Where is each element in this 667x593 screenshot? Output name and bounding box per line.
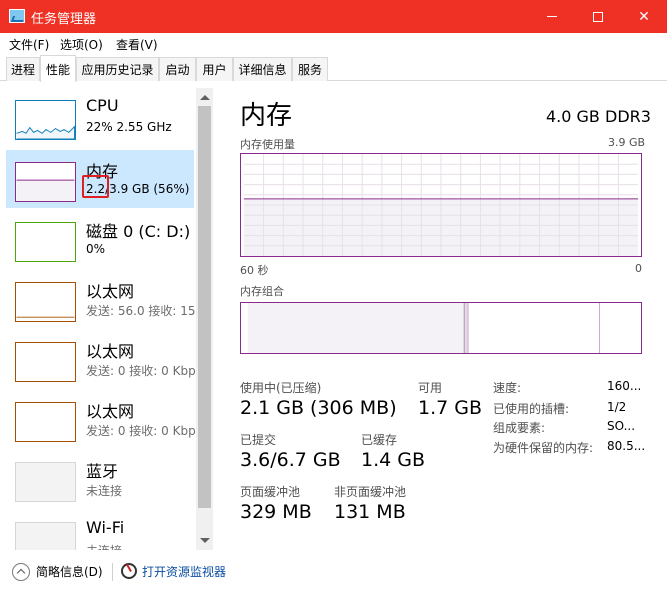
nonpaged-pool-value: 131 MB [334,501,406,523]
detail-key: 组成要素: [493,421,546,435]
detail-value: 1/2 [607,400,627,414]
detail-key: 已使用的插槽: [493,402,570,416]
nonpaged-pool-label: 非页面缓冲池 [334,485,407,499]
detail-key: 速度: [493,381,522,395]
paged-pool-label: 页面缓冲池 [240,485,301,499]
sidebar-item-name: 磁盘 0 (C: D:) [86,222,191,241]
cpu-thumbnail [15,100,76,140]
composition-label: 内存组合 [240,285,284,298]
cached-label: 已缓存 [361,433,398,447]
sidebar-item-name: 以太网 [86,402,135,421]
sidebar-scrollbar[interactable] [196,88,213,550]
divider [112,563,113,581]
tab-performance[interactable]: 性能 [40,55,76,82]
tab-services[interactable]: 服务 [292,57,328,81]
sidebar-item-bluetooth[interactable]: 蓝牙 未连接 [6,450,194,508]
cached-value: 1.4 GB [361,449,426,471]
highlight-annotation [82,175,109,198]
close-button[interactable]: ✕ [621,0,667,33]
sidebar-item-sub: 未连接 [86,484,123,498]
sidebar-item-sub: 发送: 0 接收: 0 Kbps [86,364,202,378]
sidebar-item-sub: 发送: 0 接收: 0 Kbps [86,424,202,438]
minimize-icon [547,16,557,17]
scroll-thumb[interactable] [198,106,211,508]
in-use-value: 2.1 GB (306 MB) [240,397,397,419]
menu-bar: 文件(F) 选项(O) 查看(V) [0,33,667,53]
sidebar-item-sub: 未连接 [86,542,122,550]
window-title: 任务管理器 [31,12,97,27]
tab-startup[interactable]: 启动 [159,57,196,81]
ethernet-thumbnail [15,282,76,322]
bottom-bar: 简略信息(D) 打开资源监视器 [0,553,667,593]
sidebar-item-wifi[interactable]: Wi-Fi 未连接 [6,510,194,550]
graph-time-right: 0 [635,262,642,275]
paged-pool-value: 329 MB [240,501,312,523]
bluetooth-thumbnail [15,462,76,502]
tab-app-history[interactable]: 应用历史记录 [76,57,159,81]
sidebar-item-name: 以太网 [86,342,135,361]
detail-value: SO... [607,419,636,433]
page-title: 内存 [240,101,293,131]
menu-options[interactable]: 选项(O) [60,36,103,53]
scroll-down-icon[interactable] [200,538,210,543]
usage-graph-label: 内存使用量 [240,138,295,151]
sidebar-item-cpu[interactable]: CPU 22% 2.55 GHz [6,88,194,146]
tab-processes[interactable]: 进程 [6,57,40,81]
memory-composition-graph [240,302,642,354]
sidebar-item-name: Wi-Fi [86,518,125,537]
usage-graph-max: 3.9 GB [608,136,646,149]
sidebar-item-sub: 发送: 56.0 接收: 152 [86,304,204,318]
available-value: 1.7 GB [418,397,483,419]
menu-file[interactable]: 文件(F) [9,36,49,53]
collapse-icon[interactable] [12,563,30,581]
brief-info-link[interactable]: 简略信息(D) [36,563,103,580]
tab-details[interactable]: 详细信息 [233,57,292,81]
sidebar-item-ethernet-2[interactable]: 以太网 发送: 0 接收: 0 Kbps [6,330,202,388]
resource-monitor-icon[interactable] [121,563,137,579]
sidebar-item-sub: 22% 2.55 GHz [86,120,172,134]
modified-segment [464,303,469,353]
wifi-thumbnail [15,522,76,550]
sidebar-item-name: 蓝牙 [86,462,119,481]
ethernet-thumbnail [15,342,76,382]
in-use-label: 使用中(已压缩) [240,381,322,395]
memory-spec: 4.0 GB DDR3 [546,107,651,126]
sidebar-item-disk[interactable]: 磁盘 0 (C: D:) 0% [6,210,194,268]
open-resource-monitor-link[interactable]: 打开资源监视器 [142,563,226,580]
scroll-up-icon[interactable] [200,95,210,100]
maximize-icon [593,11,603,22]
minimize-button[interactable] [529,0,575,33]
in-use-segment [247,303,465,353]
disk-thumbnail [15,222,76,262]
ethernet-thumbnail [15,402,76,442]
memory-usage-graph [240,153,642,257]
sidebar-item-ethernet-3[interactable]: 以太网 发送: 0 接收: 0 Kbps [6,390,202,448]
menu-view[interactable]: 查看(V) [116,36,158,53]
available-label: 可用 [418,381,443,395]
sidebar-item-ethernet-1[interactable]: 以太网 发送: 56.0 接收: 152 [6,270,203,328]
sidebar-item-sub: 0% [86,242,106,256]
detail-value: 80.5... [607,439,646,453]
detail-value: 160... [607,379,642,393]
detail-key: 为硬件保留的内存: [493,441,594,455]
memory-thumbnail [15,162,76,202]
title-bar: 任务管理器 ✕ [0,0,667,33]
committed-label: 已提交 [240,433,277,447]
sidebar-item-name: CPU [86,96,119,115]
close-icon: ✕ [638,8,650,25]
committed-value: 3.6/6.7 GB [240,449,341,471]
tab-users[interactable]: 用户 [196,57,233,81]
sidebar-item-name: 以太网 [86,282,135,301]
resource-list: CPU 22% 2.55 GHz 内存 2.2/3.9 GB (56%) 磁盘 … [6,88,214,550]
maximize-button[interactable] [575,0,621,33]
task-manager-icon [9,9,25,23]
graph-time-left: 60 秒 [240,264,269,277]
tab-bar: 进程 性能 应用历史记录 启动 用户 详细信息 服务 [0,55,667,82]
